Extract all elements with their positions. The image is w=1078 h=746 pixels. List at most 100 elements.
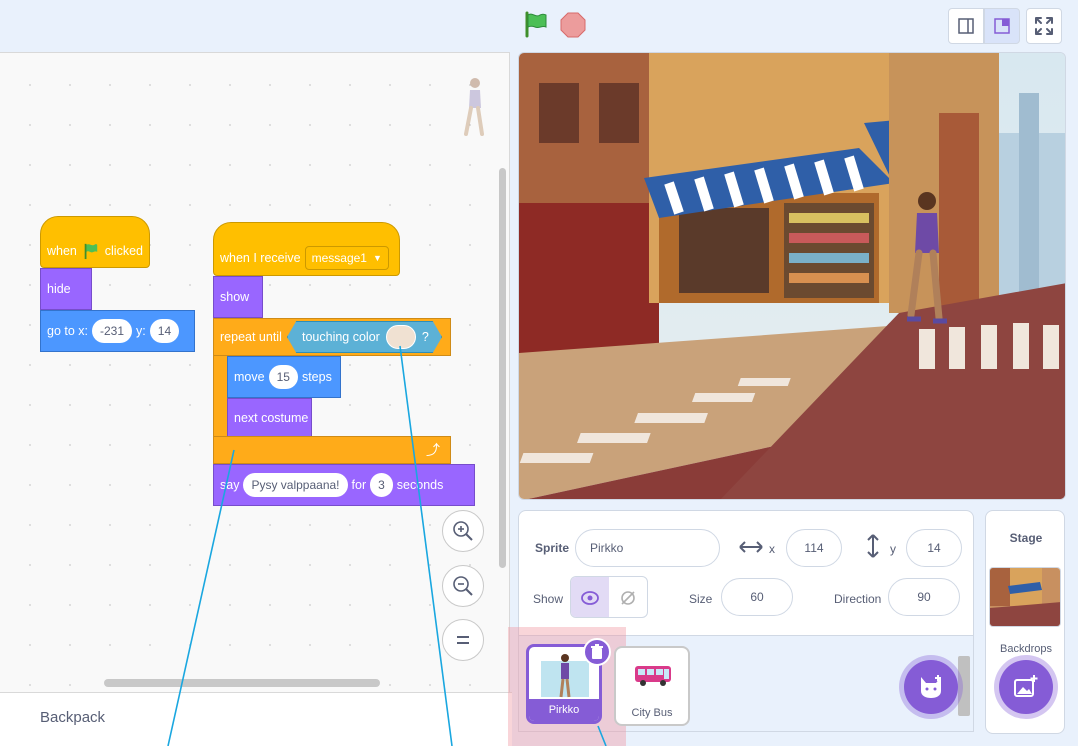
x-input[interactable]: -231	[92, 319, 133, 343]
loop-arrow-icon: ⤴	[426, 442, 440, 458]
zoom-reset-icon	[457, 636, 469, 644]
stage-title: Stage	[1009, 531, 1043, 545]
backdrops-label: Backdrops	[1000, 643, 1052, 655]
small-stage-button[interactable]	[948, 8, 984, 44]
zoom-in-button[interactable]	[442, 510, 484, 552]
when-flag-clicked-block[interactable]: when clicked	[40, 216, 150, 268]
y-position-value: 14	[927, 541, 941, 555]
say-label: say	[220, 478, 240, 492]
clicked-label: clicked	[104, 244, 143, 258]
trash-icon	[591, 644, 603, 659]
small-stage-icon	[958, 18, 974, 34]
direction-field[interactable]: 90	[888, 578, 960, 616]
fullscreen-button[interactable]	[1026, 8, 1062, 44]
go-to-label: go to x:	[47, 324, 88, 338]
backpack-bar[interactable]: Backpack	[0, 692, 512, 746]
y-label: y:	[136, 324, 146, 338]
color-picker-swatch[interactable]	[385, 325, 416, 349]
show-visible-button[interactable]	[571, 577, 609, 617]
zoom-reset-button[interactable]	[442, 619, 484, 661]
x-arrows-icon	[739, 541, 763, 553]
next-costume-label: next costume	[234, 411, 309, 425]
repeat-arm	[213, 356, 227, 436]
normal-stage-icon	[994, 18, 1010, 34]
say-text-input[interactable]: Pysy valppaana!	[243, 473, 348, 497]
stop-icon[interactable]	[560, 12, 586, 38]
sprite-label: Sprite	[535, 541, 570, 555]
touching-color-label: touching color	[302, 330, 380, 344]
direction-label: Direction	[834, 592, 882, 606]
x-position-value: 114	[804, 541, 824, 555]
show-label: show	[220, 290, 250, 304]
pirkko-thumbnail	[559, 654, 571, 698]
repeat-until-label: repeat until	[220, 330, 282, 344]
green-flag-icon[interactable]	[522, 10, 550, 38]
sprite-tile-label: Pirkko	[529, 699, 599, 721]
for-label: for	[351, 478, 367, 492]
touching-color-block[interactable]: touching color ?	[287, 321, 442, 353]
y-input[interactable]: 14	[149, 319, 180, 343]
show-block[interactable]: show	[213, 276, 263, 318]
zoom-in-icon	[453, 521, 473, 541]
seconds-label: seconds	[396, 478, 444, 492]
steps-input[interactable]: 15	[268, 365, 298, 389]
size-value: 60	[750, 590, 764, 604]
size-field[interactable]: 60	[721, 578, 793, 616]
size-label: Size	[689, 592, 713, 606]
when-i-receive-block[interactable]: when I receive message1 ▼	[213, 222, 400, 276]
steps-label: steps	[301, 370, 332, 384]
add-backdrop-button[interactable]	[999, 660, 1053, 714]
backpack-label: Backpack	[40, 709, 106, 726]
scratch-editor: when clicked hide go to x: -231 y: 14 wh…	[0, 0, 1078, 746]
code-vertical-scrollbar[interactable]	[499, 168, 506, 568]
sprite-ghost-icon	[464, 78, 484, 136]
sprite-name-field[interactable]: Pirkko	[575, 529, 720, 567]
x-label: x	[769, 542, 775, 556]
when-receive-label: when I receive	[220, 251, 301, 265]
question-mark-label: ?	[421, 330, 429, 344]
show-label: Show	[533, 592, 564, 606]
city-street-backdrop	[519, 53, 1065, 499]
eye-hidden-icon	[621, 591, 635, 605]
show-toggle[interactable]	[570, 576, 648, 618]
x-position-field[interactable]: 114	[786, 529, 842, 567]
next-costume-block[interactable]: next costume	[227, 398, 312, 438]
hide-label: hide	[47, 282, 71, 296]
repeat-until-footer: ⤴	[213, 436, 451, 464]
show-hidden-button[interactable]	[609, 577, 647, 617]
backdrop-thumbnail	[990, 568, 1060, 626]
add-sprite-button[interactable]	[904, 660, 958, 714]
city-bus-thumbnail	[635, 666, 671, 686]
message-label: message1	[311, 251, 367, 265]
y-arrows-icon	[867, 534, 879, 558]
sprite-tile-label: City Bus	[631, 707, 673, 719]
zoom-out-button[interactable]	[442, 565, 484, 607]
y-label: y	[890, 542, 896, 556]
image-add-icon	[1014, 675, 1038, 697]
seconds-input[interactable]: 3	[370, 473, 393, 497]
sprite-list-scrollbar[interactable]	[958, 656, 970, 716]
move-steps-block[interactable]: move 15 steps	[227, 356, 341, 398]
eye-icon	[581, 591, 599, 605]
hide-block[interactable]: hide	[40, 268, 92, 310]
when-label: when	[47, 244, 77, 258]
delete-sprite-button[interactable]	[583, 638, 611, 666]
say-for-seconds-block[interactable]: say Pysy valppaana! for 3 seconds	[213, 464, 475, 506]
green-flag-icon	[84, 243, 98, 260]
stage-thumbnail[interactable]	[989, 567, 1061, 627]
normal-stage-button[interactable]	[984, 8, 1020, 44]
sprite-tile-city-bus[interactable]: City Bus	[614, 646, 690, 726]
sprite-name-value: Pirkko	[590, 541, 624, 555]
dropdown-arrow-icon: ▼	[372, 253, 382, 263]
zoom-out-icon	[453, 576, 473, 596]
fullscreen-icon	[1035, 17, 1053, 35]
code-horizontal-scrollbar[interactable]	[104, 679, 380, 687]
direction-value: 90	[917, 590, 931, 604]
move-label: move	[234, 370, 265, 384]
cat-icon	[921, 675, 941, 698]
y-position-field[interactable]: 14	[906, 529, 962, 567]
stage-canvas[interactable]	[518, 52, 1066, 500]
message-dropdown[interactable]: message1 ▼	[304, 246, 389, 270]
go-to-xy-block[interactable]: go to x: -231 y: 14	[40, 310, 195, 352]
top-bar	[0, 0, 1078, 50]
